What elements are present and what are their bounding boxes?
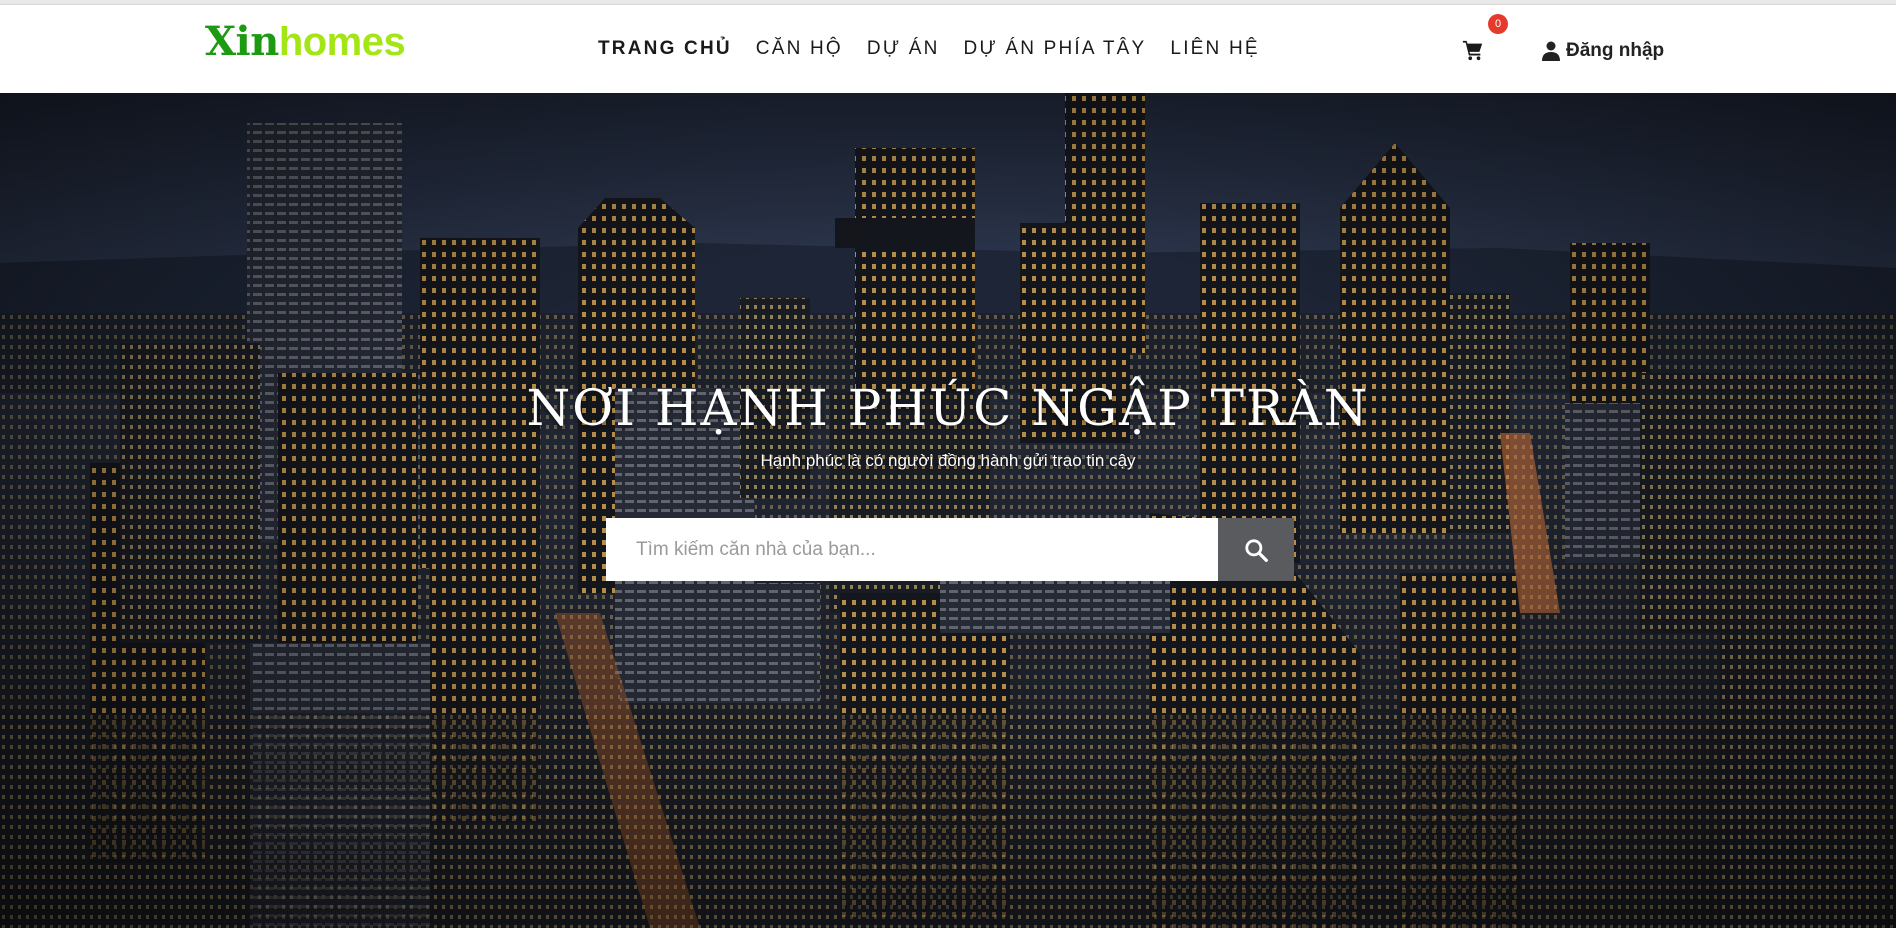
user-icon bbox=[1542, 41, 1560, 61]
nav-item-home[interactable]: TRANG CHỦ bbox=[598, 39, 732, 58]
cart-count-badge: 0 bbox=[1488, 14, 1508, 34]
nav-item-projects[interactable]: DỰ ÁN bbox=[867, 39, 940, 58]
brand-logo[interactable]: Xinhomes bbox=[205, 20, 406, 64]
logo-part-homes: homes bbox=[278, 20, 406, 64]
login-label: Đăng nhập bbox=[1566, 40, 1665, 61]
city-skyline-image bbox=[0, 93, 1896, 928]
login-button[interactable]: Đăng nhập bbox=[1542, 40, 1664, 62]
search-icon bbox=[1245, 538, 1268, 562]
nav-item-apartments[interactable]: CĂN HỘ bbox=[756, 39, 843, 58]
cart-icon bbox=[1462, 40, 1483, 61]
search-input[interactable] bbox=[606, 518, 1218, 581]
nav-item-contact[interactable]: LIÊN HỆ bbox=[1170, 39, 1259, 58]
logo-part-xin: Xin bbox=[205, 18, 279, 65]
search-bar bbox=[606, 518, 1294, 581]
search-button[interactable] bbox=[1218, 518, 1294, 581]
nav-item-west-projects[interactable]: DỰ ÁN PHÍA TÂY bbox=[964, 39, 1147, 58]
site-header: Xinhomes TRANG CHỦ CĂN HỘ DỰ ÁN DỰ ÁN PH… bbox=[0, 5, 1896, 93]
hero-headline: NƠI HẠNH PHÚC NGẬP TRÀN bbox=[526, 379, 1370, 437]
hero-banner: NƠI HẠNH PHÚC NGẬP TRÀN Hạnh phúc là có … bbox=[0, 93, 1896, 928]
cart-button[interactable] bbox=[1462, 39, 1484, 61]
main-nav: TRANG CHỦ CĂN HỘ DỰ ÁN DỰ ÁN PHÍA TÂY LI… bbox=[598, 39, 1284, 58]
hero-subline: Hạnh phúc là có người đồng hành gửi trao… bbox=[760, 451, 1136, 470]
